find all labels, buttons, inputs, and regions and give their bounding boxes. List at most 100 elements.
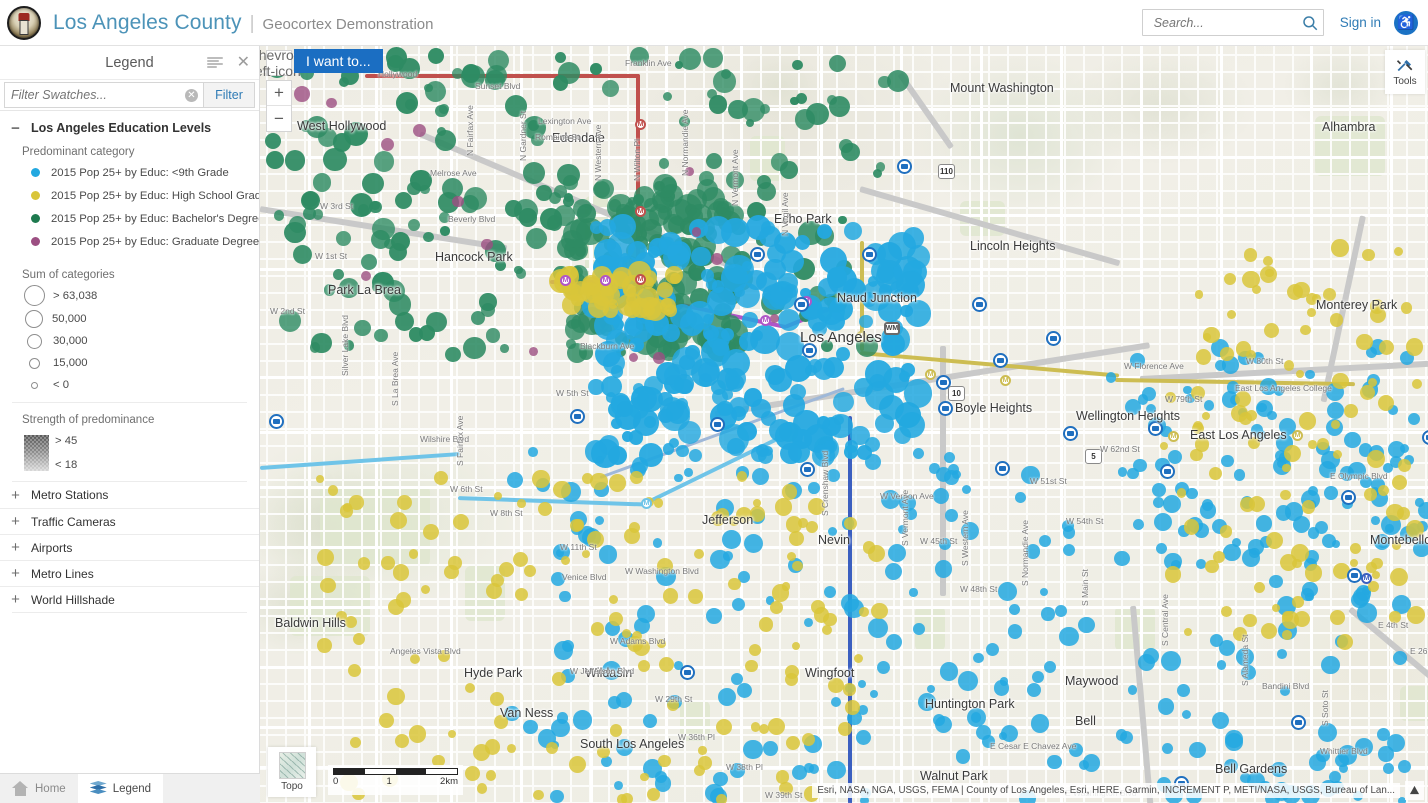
sidebar-item-metro-stations[interactable]: + Metro Stations <box>0 482 259 508</box>
swatch-label: 2015 Pop 25+ by Educ: Bachelor's Degree <box>51 212 259 225</box>
layers-icon <box>89 781 107 796</box>
metro-station-marker: M <box>600 275 611 286</box>
accessibility-icon[interactable]: ♿ <box>1394 10 1418 35</box>
expand-toggle-icon[interactable]: + <box>9 540 22 555</box>
i-want-to-button[interactable]: I want to... <box>294 49 383 73</box>
map-scalebar: 0 1 2km <box>328 765 463 795</box>
sidebar-item-traffic-cameras[interactable]: + Traffic Cameras <box>0 508 259 534</box>
section-title-strength-of-predominance: Strength of predominance <box>22 414 155 426</box>
clear-icon[interactable]: ✕ <box>185 88 198 102</box>
size-label: < 0 <box>53 379 70 391</box>
scale-mid: 1 <box>386 776 392 787</box>
legend-ramp: > 45 < 18 <box>0 435 259 471</box>
size-circle <box>25 309 43 328</box>
sidebar-item-metro-lines[interactable]: + Metro Lines <box>0 560 259 586</box>
expand-toggle-icon[interactable]: + <box>9 592 22 607</box>
legend-divider <box>12 402 247 403</box>
metro-station-marker: M <box>925 369 936 380</box>
filter-swatches-input[interactable] <box>5 87 185 103</box>
tools-icon <box>1396 60 1413 72</box>
bottom-item-legend[interactable]: Legend <box>77 774 164 803</box>
size-circle <box>31 381 38 389</box>
brand-title: Los Angeles County <box>53 10 242 34</box>
expand-toggle-icon[interactable]: + <box>9 514 22 529</box>
layer-label: World Hillshade <box>31 592 115 607</box>
metro-station-wm-marker: WM <box>884 322 900 335</box>
zoom-controls[interactable]: + − <box>266 80 292 132</box>
highway-shield: 10 <box>948 386 965 401</box>
legend-content: − Los Angeles Education Levels Predomina… <box>0 111 259 773</box>
map-attribution: Esri, NASA, NGA, USGS, FEMA | County of … <box>812 783 1400 798</box>
expand-toggle-icon[interactable]: + <box>9 566 22 581</box>
layer-label: Airports <box>31 540 73 555</box>
traffic-camera-icon <box>802 343 817 358</box>
traffic-camera-icon <box>1291 715 1306 730</box>
traffic-camera-icon <box>1046 331 1061 346</box>
legend-panel-header: Legend ✕ <box>0 46 259 80</box>
zoom-in-button[interactable]: + <box>267 81 291 106</box>
search-icon[interactable] <box>1301 14 1319 32</box>
expand-toggle-icon[interactable]: + <box>9 488 22 503</box>
traffic-camera-icon <box>710 417 725 432</box>
bottom-item-label: Legend <box>112 782 152 795</box>
filter-button[interactable]: Filter <box>204 82 255 108</box>
legend-layer-header[interactable]: − Los Angeles Education Levels <box>0 115 259 141</box>
search-input[interactable] <box>1151 14 1301 31</box>
metro-station-marker: M <box>760 315 771 326</box>
traffic-camera-icon <box>862 247 877 262</box>
layer-label: Metro Lines <box>31 566 94 581</box>
brand: Los Angeles County | Geocortex Demonstra… <box>53 11 433 35</box>
la-county-seal-icon <box>7 5 41 40</box>
traffic-camera-icon <box>800 462 815 477</box>
metro-station-marker: M <box>1168 431 1179 442</box>
layer-label: Metro Stations <box>31 488 109 502</box>
scale-left: 0 <box>333 776 339 787</box>
traffic-camera-icon <box>972 297 987 312</box>
legend-swatch-row: 2015 Pop 25+ by Educ: High School Gradua… <box>0 184 259 207</box>
esri-logo-icon <box>1405 781 1424 800</box>
bottom-item-home[interactable]: Home <box>0 774 78 803</box>
traffic-camera-icon <box>1148 421 1163 436</box>
metro-station-marker: M <box>635 119 646 130</box>
basemap-label: Topo <box>281 781 303 792</box>
basemap-button[interactable]: Topo <box>268 747 316 797</box>
traffic-camera-icon <box>993 353 1008 368</box>
metro-station-marker: M <box>560 275 571 286</box>
tools-button[interactable]: Tools <box>1385 50 1425 94</box>
traffic-camera-icon <box>897 159 912 174</box>
swatch-label: 2015 Pop 25+ by Educ: High School Gradua… <box>51 189 259 202</box>
map-back-button[interactable]: chevron-left-icon <box>260 47 306 79</box>
traffic-camera-icon <box>750 247 765 262</box>
ramp-labels: > 45 < 18 <box>55 435 77 471</box>
legend-panel-header-icons: ✕ <box>206 54 259 71</box>
list-menu-icon[interactable] <box>206 56 223 69</box>
traffic-camera-icon <box>938 401 953 416</box>
legend-filter-row: ✕ Filter <box>0 80 259 111</box>
swatch-dot <box>31 168 40 177</box>
size-label: 15,000 <box>53 357 88 369</box>
swatch-label: 2015 Pop 25+ by Educ: Graduate Degree <box>51 235 259 248</box>
swatch-dot <box>31 191 40 200</box>
scale-right: 2km <box>440 776 458 787</box>
legend-swatch-row: 2015 Pop 25+ by Educ: Bachelor's Degree <box>0 207 259 230</box>
bottom-item-label: Home <box>35 782 66 795</box>
collapse-toggle-icon[interactable]: − <box>9 121 22 136</box>
scalebar-ticks: 0 1 2km <box>333 776 458 787</box>
traffic-camera-icon <box>995 461 1010 476</box>
zoom-out-button[interactable]: − <box>267 106 291 131</box>
map-canvas[interactable]: (function(){ var html = ""; for (var y =… <box>260 46 1428 803</box>
sign-in-link[interactable]: Sign in <box>1340 15 1381 30</box>
layer-label: Traffic Cameras <box>31 514 116 529</box>
metro-station-marker: M <box>1000 375 1011 386</box>
sidebar-item-world-hillshade[interactable]: + World Hillshade <box>0 586 259 612</box>
legend-size-row: < 0 <box>0 374 259 396</box>
filter-input-wrap[interactable]: ✕ <box>4 82 204 108</box>
traffic-camera-icon <box>1160 464 1175 479</box>
size-label: > 63,038 <box>53 289 98 302</box>
brand-separator: | <box>249 12 255 34</box>
traffic-camera-icon <box>570 409 585 424</box>
sidebar-item-airports[interactable]: + Airports <box>0 534 259 560</box>
search-box[interactable] <box>1141 9 1324 36</box>
close-icon[interactable]: ✕ <box>237 54 250 71</box>
legend-layer-name: Los Angeles Education Levels <box>31 121 212 135</box>
